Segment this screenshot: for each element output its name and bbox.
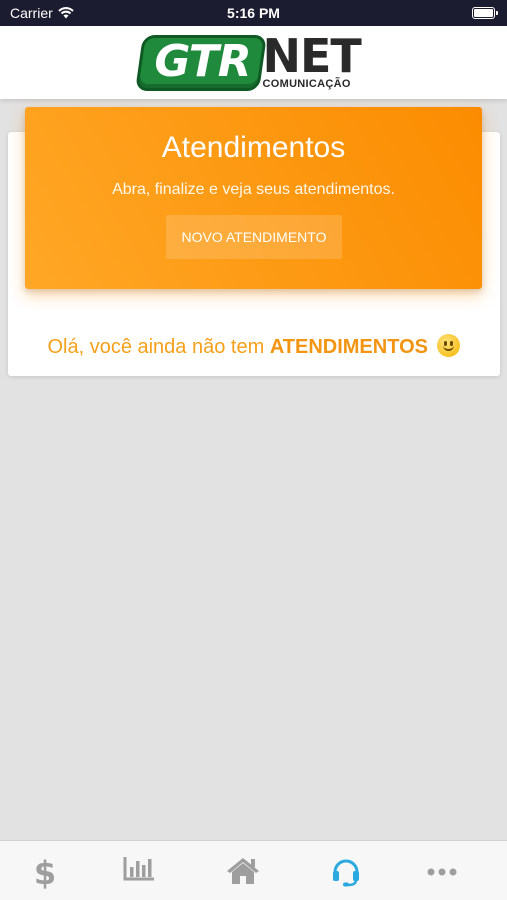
smile-emoji-icon	[436, 334, 460, 357]
battery-icon	[472, 7, 498, 19]
logo-gtr-text: GTR	[154, 35, 251, 87]
empty-message-prefix: Olá, você ainda não tem	[47, 336, 265, 358]
tab-bar: $	[0, 840, 507, 900]
tab-financeiro[interactable]: $	[25, 855, 65, 891]
app-header: GTR NET COMUNICAÇÃO	[0, 26, 507, 99]
dollar-icon: $	[34, 855, 56, 889]
banner-title: Atendimentos	[161, 131, 346, 164]
empty-state-message: Olá, você ainda não tem ATENDIMENTOS	[0, 334, 507, 359]
new-ticket-button[interactable]: NOVO ATENDIMENTO	[166, 215, 342, 259]
gtr-net-logo: GTR NET COMUNICAÇÃO	[134, 28, 369, 95]
atendimentos-banner: Atendimentos Abra, finalize e veja seus …	[25, 107, 482, 289]
logo-tagline: COMUNICAÇÃO	[262, 77, 351, 90]
bar-chart-icon	[123, 857, 154, 881]
empty-message-highlight: ATENDIMENTOS	[269, 336, 428, 358]
status-bar: Carrier 5:16 PM	[0, 0, 507, 26]
status-time: 5:16 PM	[227, 5, 280, 21]
tab-home[interactable]	[223, 855, 263, 891]
svg-text:$: $	[34, 855, 56, 889]
tab-atendimentos[interactable]	[326, 855, 366, 891]
tab-consumo[interactable]	[119, 855, 159, 891]
tab-mais[interactable]	[422, 855, 462, 891]
home-icon	[227, 858, 259, 884]
logo-net-text: NET	[262, 28, 362, 83]
banner-subtitle: Abra, finalize e veja seus atendimentos.	[112, 181, 395, 198]
headset-icon	[333, 859, 359, 887]
more-icon	[427, 868, 457, 876]
